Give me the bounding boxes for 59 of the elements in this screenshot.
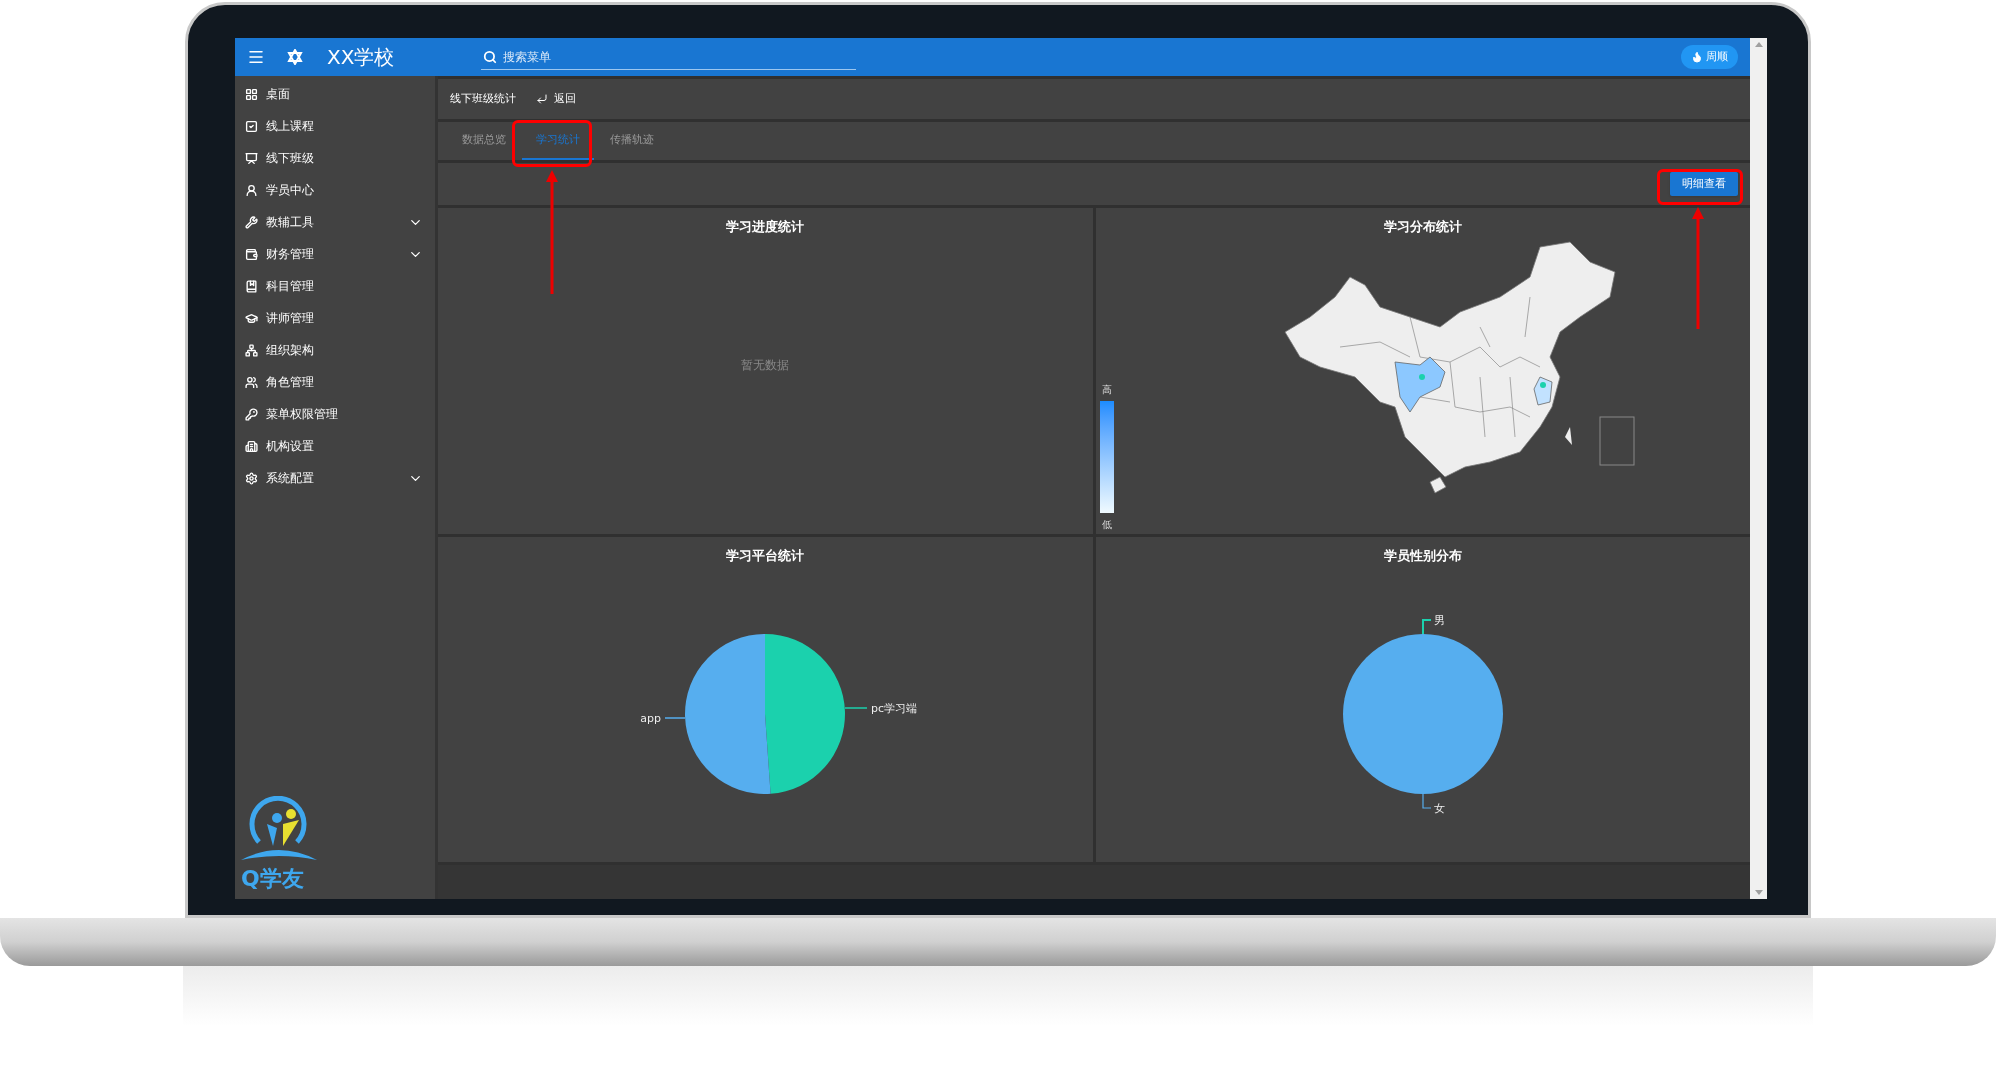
sidebar-item[interactable]: 线上课程 — [235, 110, 435, 142]
sidebar-item[interactable]: 菜单权限管理 — [235, 398, 435, 430]
sidebar-item[interactable]: 桌面 — [235, 78, 435, 110]
settings-icon — [245, 471, 258, 485]
search-field[interactable]: 搜索菜单 — [481, 44, 856, 70]
legend-label: 高 — [1101, 382, 1112, 397]
sidebar-item[interactable]: 科目管理 — [235, 270, 435, 302]
graduation-cap-icon — [245, 311, 258, 325]
sidebar-item[interactable]: 财务管理 — [235, 238, 435, 270]
arrow-icon — [546, 170, 558, 294]
sidebar-item[interactable]: 教辅工具 — [235, 206, 435, 238]
sidebar-item[interactable]: 线下班级 — [235, 142, 435, 174]
user-icon — [245, 183, 258, 197]
logo-text: Q学友 — [240, 865, 304, 893]
sidebar-item[interactable]: 机构设置 — [235, 430, 435, 462]
org-chart-icon — [245, 343, 258, 357]
wrench-icon — [245, 215, 258, 229]
panel-title: 学员性别分布 — [1382, 546, 1463, 565]
empty-text: 暂无数据 — [741, 357, 790, 374]
grid-icon — [245, 87, 258, 101]
logo-icon — [239, 796, 319, 862]
slice-label: 女 — [1433, 801, 1445, 815]
slice-label: pc学习端 — [871, 701, 918, 715]
return-icon — [536, 93, 548, 105]
search-icon — [483, 50, 497, 64]
slice-label: 男 — [1433, 613, 1445, 627]
panel-title: 学习平台统计 — [725, 546, 806, 565]
scroll-down-icon[interactable] — [1754, 890, 1763, 895]
school-title: XX学校 — [327, 44, 396, 71]
panel-title: 学习分布统计 — [1382, 218, 1463, 236]
tab[interactable]: 传播轨迹 — [596, 122, 668, 160]
book-icon — [245, 279, 258, 293]
scrollbar[interactable] — [1750, 38, 1767, 899]
sidebar-item[interactable]: 系统配置 — [235, 462, 435, 494]
flame-icon — [1691, 51, 1703, 63]
tab[interactable]: 数据总览 — [448, 122, 520, 160]
leader-line — [1422, 792, 1432, 809]
scroll-up-icon[interactable] — [1754, 42, 1763, 47]
menu-icon[interactable] — [247, 48, 265, 66]
board-icon — [245, 151, 258, 165]
wallet-icon — [245, 247, 258, 261]
key-icon — [245, 407, 258, 421]
sidebar-item[interactable]: 讲师管理 — [235, 302, 435, 334]
detail-button[interactable]: 明细查看 — [1670, 172, 1738, 196]
slice-label: app — [640, 711, 662, 725]
building-icon — [245, 439, 258, 453]
back-link[interactable]: 返回 — [536, 90, 576, 108]
users-icon — [245, 375, 258, 389]
leader-line — [844, 706, 868, 709]
sidebar-item[interactable]: 组织架构 — [235, 334, 435, 366]
checkbox-icon — [245, 119, 258, 133]
legend-label: 低 — [1101, 517, 1112, 532]
page-title: 线下班级统计 — [450, 90, 516, 107]
sidebar-item[interactable]: 学员中心 — [235, 174, 435, 206]
panel-title: 学习进度统计 — [725, 218, 806, 236]
hexagram-icon[interactable] — [287, 49, 303, 65]
sidebar-item[interactable]: 角色管理 — [235, 366, 435, 398]
arrow-icon — [1692, 207, 1704, 329]
leader-line — [664, 716, 686, 719]
